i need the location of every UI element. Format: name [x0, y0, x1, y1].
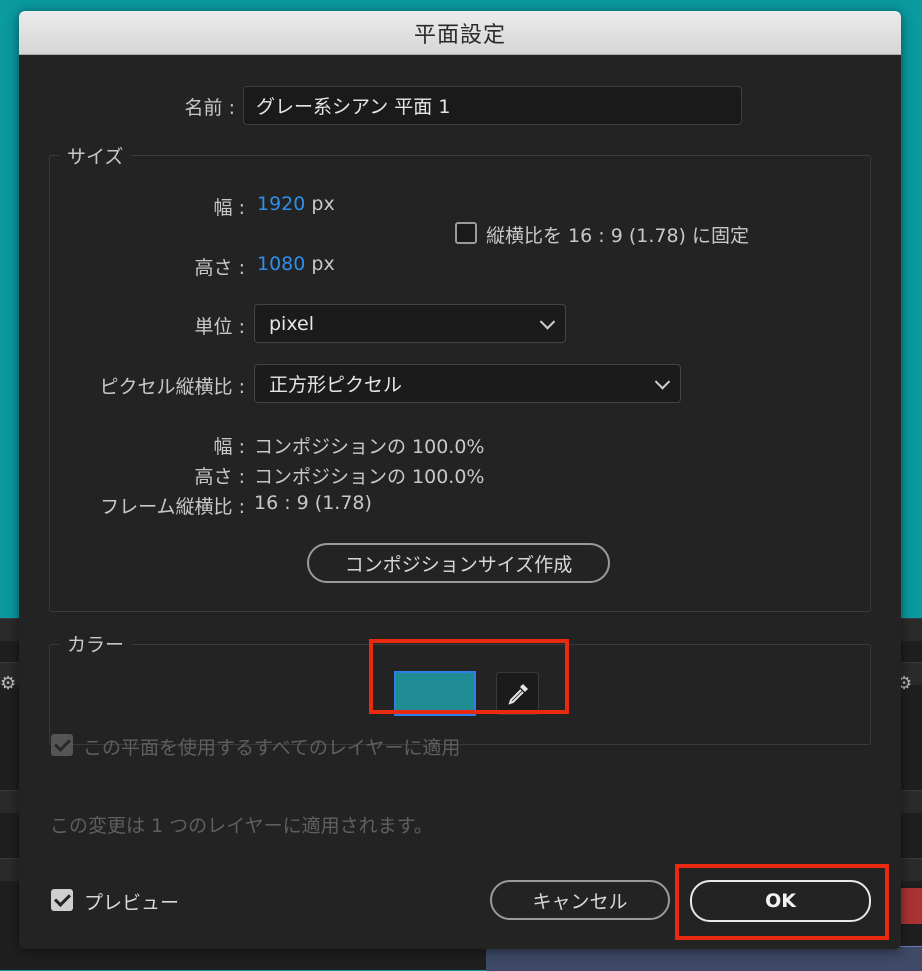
background-timeline-bar — [486, 946, 922, 971]
info-height-label: 高さ : — [194, 466, 245, 488]
frame-aspect-label: フレーム縦横比 : — [100, 496, 245, 518]
name-input[interactable]: グレー系シアン 平面 1 — [243, 86, 742, 125]
frame-aspect-value: 16 : 9 (1.78) — [254, 492, 372, 514]
pixel-aspect-label: ピクセル縦横比 : — [99, 376, 245, 398]
height-label: 高さ : — [194, 257, 245, 279]
height-value[interactable]: 1080 — [257, 253, 305, 275]
pixel-aspect-selected: 正方形ピクセル — [269, 374, 403, 396]
background-cog-icon: ⚙ — [0, 673, 17, 694]
height-unit: px — [311, 253, 335, 275]
height-field[interactable]: 1080 px — [257, 253, 335, 275]
info-width-label: 幅 : — [213, 436, 245, 458]
size-group-title: サイズ — [59, 142, 132, 169]
cancel-button[interactable]: キャンセル — [490, 880, 670, 920]
apply-all-checkbox[interactable] — [51, 734, 73, 756]
info-width-value: コンポジションの 100.0% — [254, 436, 485, 458]
chevron-down-icon — [539, 313, 556, 330]
highlight-ok-button — [675, 864, 889, 940]
solid-settings-dialog: 平面設定 名前 : グレー系シアン 平面 1 サイズ 幅 : 1920 px 縦… — [19, 11, 901, 949]
highlight-color-area — [369, 639, 569, 714]
pixel-aspect-dropdown[interactable]: 正方形ピクセル — [254, 364, 681, 403]
width-unit: px — [311, 193, 335, 215]
lock-aspect-checkbox[interactable] — [455, 222, 477, 244]
units-selected: pixel — [269, 312, 314, 335]
make-comp-size-button[interactable]: コンポジションサイズ作成 — [307, 543, 610, 583]
dialog-title: 平面設定 — [19, 11, 901, 55]
color-group-title: カラー — [59, 630, 133, 657]
name-label: 名前 : — [184, 97, 235, 119]
preview-checkbox[interactable] — [51, 889, 73, 911]
info-height-value: コンポジションの 100.0% — [254, 466, 485, 488]
preview-label[interactable]: プレビュー — [84, 888, 179, 915]
units-dropdown[interactable]: pixel — [254, 304, 566, 343]
units-label: 単位 : — [194, 316, 245, 338]
apply-all-label: この平面を使用するすべてのレイヤーに適用 — [83, 737, 461, 759]
change-notice: この変更は 1 つのレイヤーに適用されます。 — [50, 815, 433, 837]
width-label: 幅 : — [213, 197, 245, 219]
width-field[interactable]: 1920 px — [257, 193, 335, 215]
lock-aspect-label[interactable]: 縦横比を 16 : 9 (1.78) に固定 — [486, 221, 749, 248]
chevron-down-icon — [654, 373, 671, 390]
width-value[interactable]: 1920 — [257, 193, 305, 215]
